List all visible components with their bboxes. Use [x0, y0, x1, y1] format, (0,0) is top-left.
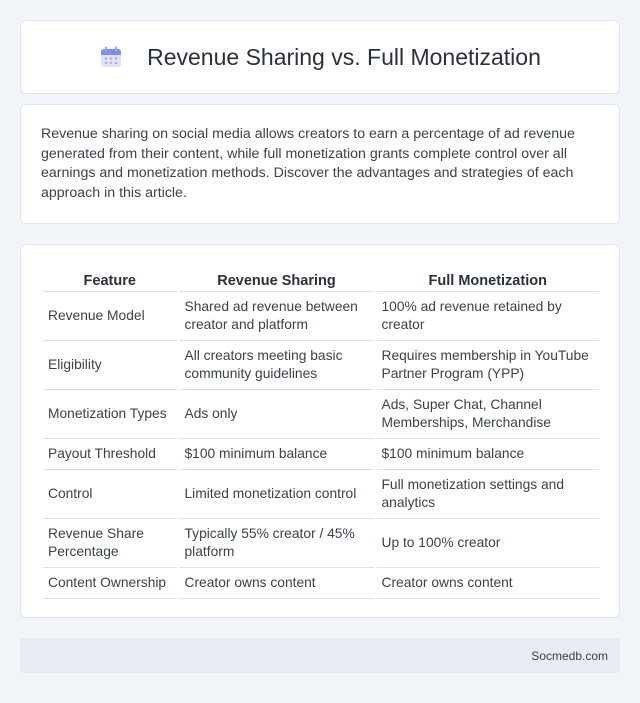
footer-site-link[interactable]: Socmedb.com [531, 649, 608, 663]
table-row: Eligibility All creators meeting basic c… [43, 340, 599, 390]
full-monetization-cell: $100 minimum balance [373, 438, 599, 470]
footer: Socmedb.com [20, 638, 620, 673]
revenue-sharing-cell: $100 minimum balance [176, 438, 375, 470]
intro-text: Revenue sharing on social media allows c… [41, 126, 575, 201]
title-card: Revenue Sharing vs. Full Monetization [20, 20, 620, 94]
table-row: Control Limited monetization control Ful… [43, 469, 599, 519]
table-row: Payout Threshold $100 minimum balance $1… [43, 438, 599, 470]
calendar-icon [101, 46, 122, 67]
revenue-sharing-cell: Typically 55% creator / 45% platform [176, 518, 375, 568]
table-row: Revenue Model Shared ad revenue between … [43, 291, 599, 341]
revenue-sharing-cell: Creator owns content [176, 567, 375, 599]
revenue-sharing-cell: All creators meeting basic community gui… [176, 340, 375, 390]
intro-card: Revenue sharing on social media allows c… [20, 104, 620, 224]
comparison-card: Feature Revenue Sharing Full Monetizatio… [20, 244, 620, 618]
full-monetization-cell: Requires membership in YouTube Partner P… [373, 340, 599, 390]
feature-cell: Monetization Types [43, 389, 178, 439]
feature-cell: Control [43, 469, 178, 519]
table-header-row: Feature Revenue Sharing Full Monetizatio… [43, 265, 599, 292]
revenue-sharing-cell: Shared ad revenue between creator and pl… [176, 291, 375, 341]
feature-cell: Eligibility [43, 340, 178, 390]
feature-cell: Payout Threshold [43, 438, 178, 470]
header-full-monetization: Full Monetization [373, 265, 599, 292]
header-feature: Feature [43, 265, 178, 292]
revenue-sharing-cell: Limited monetization control [176, 469, 375, 519]
table-row: Content Ownership Creator owns content C… [43, 567, 599, 599]
header-revenue-sharing: Revenue Sharing [176, 265, 375, 292]
table-row: Monetization Types Ads only Ads, Super C… [43, 389, 599, 439]
feature-cell: Revenue Share Percentage [43, 518, 178, 568]
full-monetization-cell: Ads, Super Chat, Channel Memberships, Me… [373, 389, 599, 439]
revenue-sharing-cell: Ads only [176, 389, 375, 439]
feature-cell: Revenue Model [43, 291, 178, 341]
full-monetization-cell: Full monetization settings and analytics [373, 469, 599, 519]
full-monetization-cell: Up to 100% creator [373, 518, 599, 568]
full-monetization-cell: Creator owns content [373, 567, 599, 599]
table-row: Revenue Share Percentage Typically 55% c… [43, 518, 599, 568]
comparison-table: Feature Revenue Sharing Full Monetizatio… [43, 265, 599, 599]
page-title: Revenue Sharing vs. Full Monetization [147, 43, 541, 70]
feature-cell: Content Ownership [43, 567, 178, 599]
full-monetization-cell: 100% ad revenue retained by creator [373, 291, 599, 341]
